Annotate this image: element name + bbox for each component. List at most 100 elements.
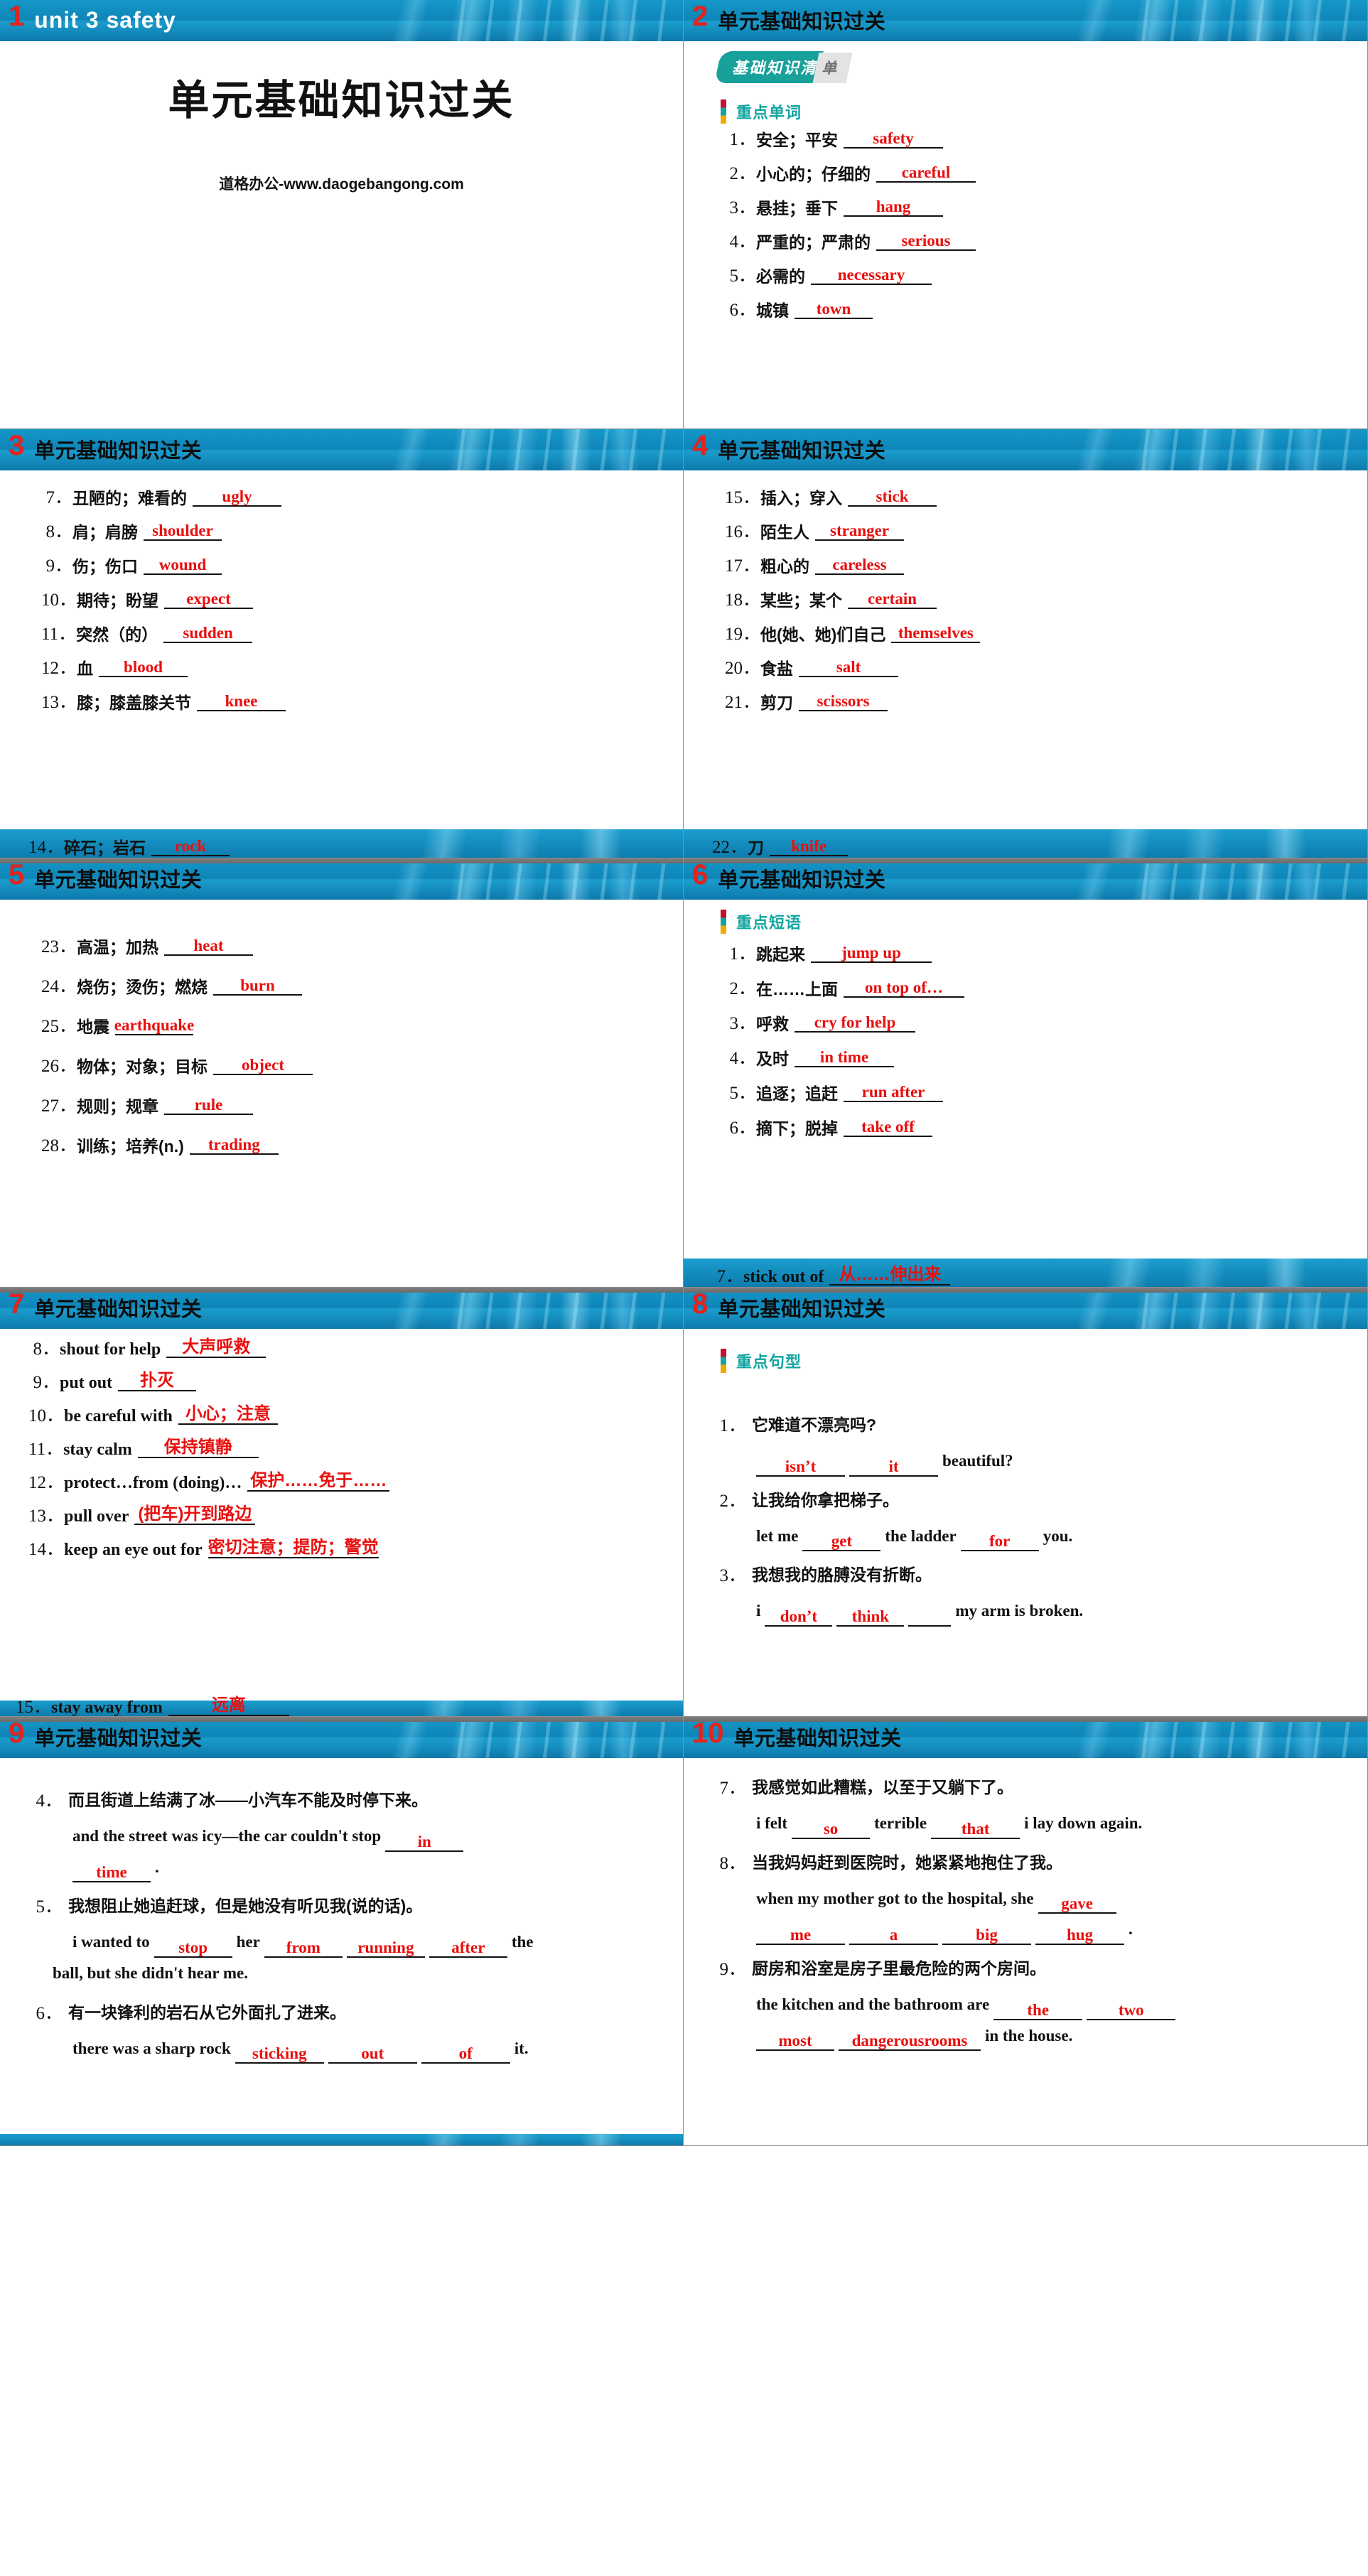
answer-blank[interactable]: get [802,1533,881,1552]
answer-blank[interactable]: object [213,1057,313,1075]
slide-header-band: 3 单元基础知识过关 [0,429,683,470]
answer-blank[interactable]: trading [189,1136,279,1155]
answer-blank[interactable]: of [421,2045,510,2064]
item-chinese: 规则；规章 [77,1097,159,1116]
answer-blank[interactable]: certain [848,591,937,609]
answer-blank[interactable]: take off [844,1119,932,1137]
answer-blank[interactable]: dangerousrooms [839,2032,981,2052]
answer-blank[interactable]: 保持镇静 [137,1439,259,1458]
answer-blank[interactable]: time [72,1864,151,1883]
answer-blank[interactable]: cry for help [795,1014,915,1033]
item-english: put out [60,1374,113,1392]
answer-blank[interactable]: town [795,301,873,319]
answer-blank[interactable]: rule [164,1096,254,1115]
answer-blank[interactable]: run after [844,1084,943,1102]
answer-blank[interactable]: hug [1035,1926,1124,1946]
answer-blank[interactable]: gave [1038,1895,1116,1914]
answer-blank[interactable]: a [849,1926,938,1946]
answer-blank[interactable]: knife [770,838,849,856]
answer-blank[interactable]: shoulder [144,522,222,541]
item-english: stick out of [743,1268,824,1286]
answer-blank[interactable]: the [993,2002,1083,2020]
sentence-text: the ladder [885,1526,957,1545]
answer-blank[interactable]: necessary [811,266,932,285]
answer-blank[interactable]: blood [99,659,188,677]
answer-text: hang [876,198,911,215]
item-chinese: 物体；对象；目标 [77,1057,208,1076]
answer-blank[interactable]: isn’t [756,1458,845,1477]
answer-blank[interactable]: two [1087,2002,1176,2020]
badge-teal-label: 基础知识清 [732,59,818,77]
answer-blank[interactable]: don’t [765,1608,833,1627]
answer-blank[interactable]: earthquake [114,1016,195,1035]
sentence-item: 8． 当我妈妈赶到医院时，她紧紧地抱住了我。 when my mother got… [716,1849,1354,1946]
answer-blank[interactable]: 远离 [168,1697,289,1716]
answer-blank[interactable]: serious [876,232,976,251]
word-list: 1． 安全；平安 safety 2． 小心的；仔细的 careful 3． 悬挂；垂下 ha… [725,130,1354,319]
answer-blank[interactable]: 大声呼救 [166,1339,266,1358]
answer-blank[interactable]: for [960,1533,1039,1552]
answer-blank[interactable]: stranger [815,522,905,541]
answer-text: earthquake [114,1016,195,1034]
answer-blank[interactable]: in [385,1833,464,1852]
answer-blank[interactable]: knee [197,693,286,711]
answer-blank[interactable]: think [836,1608,905,1627]
answer-blank[interactable]: 保护……免于…… [247,1472,390,1492]
item-chinese: 烧伤；烫伤；燃烧 [77,978,208,996]
answer-text: 小心；注意 [185,1404,271,1423]
answer-blank[interactable] [908,1611,952,1627]
answer-blank[interactable]: hang [844,198,943,217]
answer-blank[interactable]: 小心；注意 [178,1404,278,1425]
sentence-item: 5． 我想阻止她追赶球，但是她没有听见我(说的话)。 i wanted to st… [33,1892,670,1988]
answer-blank[interactable]: careless [815,556,905,575]
answer-blank[interactable]: careful [876,164,976,183]
item-chinese: 丑陋的；难看的 [72,489,187,507]
answer-blank[interactable]: out [328,2045,417,2064]
answer-blank[interactable]: ugly [193,488,281,507]
answer-blank[interactable]: most [756,2032,834,2052]
item-english: protect…from (doing)… [64,1474,242,1492]
slide-header-title: 单元基础知识过关 [718,1298,886,1321]
answer-blank[interactable]: in time [795,1049,894,1067]
sentence-list: 4． 而且街道上结满了冰——小汽车不能及时停下来。 and the street … [33,1787,670,2064]
answer-blank[interactable]: stick [848,488,937,507]
sentence-english-line: the kitchen and the bathroom are the two… [756,1989,1354,2052]
answer-blank[interactable]: 从……伸出来 [829,1266,951,1286]
item-index: 7． [45,488,72,507]
answer-blank[interactable]: from [264,1939,343,1958]
slide-9: 9 单元基础知识过关 4． 而且街道上结满了冰——小汽车不能及时停下来。 and … [0,1717,684,2146]
answer-blank[interactable]: me [756,1926,845,1946]
list-item: 17． 粗心的 careless [725,556,1354,575]
answer-blank[interactable]: themselves [891,625,981,643]
answer-blank[interactable]: stop [154,1939,232,1958]
answer-blank[interactable]: it [849,1458,938,1477]
answer-blank[interactable]: 扑灭 [118,1372,197,1391]
answer-blank[interactable]: on top of… [844,979,964,998]
phrase-list: 8． shout for help 大声呼救 9． put out 扑灭 10． be c… [28,1339,670,1558]
answer-blank[interactable]: rock [151,838,230,856]
answer-blank[interactable]: salt [799,659,899,677]
answer-blank[interactable]: running [346,1939,425,1958]
answer-blank[interactable]: safety [844,130,943,149]
answer-blank[interactable]: heat [164,937,254,956]
answer-blank[interactable]: sudden [163,625,253,643]
answer-blank[interactable]: wound [144,556,222,575]
slide-header-band: 4 单元基础知识过关 [684,429,1367,470]
section-label: 重点单词 [736,104,802,122]
answer-text: big [976,1926,998,1944]
answer-blank[interactable]: scissors [799,693,888,711]
answer-blank[interactable]: 密切注意；提防；警觉 [208,1539,379,1558]
answer-blank[interactable]: burn [213,977,303,996]
sentence-text: when my mother got to the hospital, she [756,1889,1034,1907]
answer-blank[interactable]: after [429,1939,507,1958]
answer-blank[interactable]: expect [164,591,254,609]
answer-blank[interactable]: that [931,1821,1020,1839]
answer-blank[interactable]: jump up [811,944,932,963]
answer-blank[interactable]: sticking [235,2045,324,2064]
item-chinese: 碎石；岩石 [64,839,146,857]
answer-blank[interactable]: big [942,1926,1031,1946]
list-item: 14． 碎石；岩石 rock [28,838,230,857]
answer-blank[interactable]: (把车)开到路边 [134,1506,256,1525]
answer-text: on top of… [865,979,943,996]
answer-blank[interactable]: so [792,1821,871,1839]
